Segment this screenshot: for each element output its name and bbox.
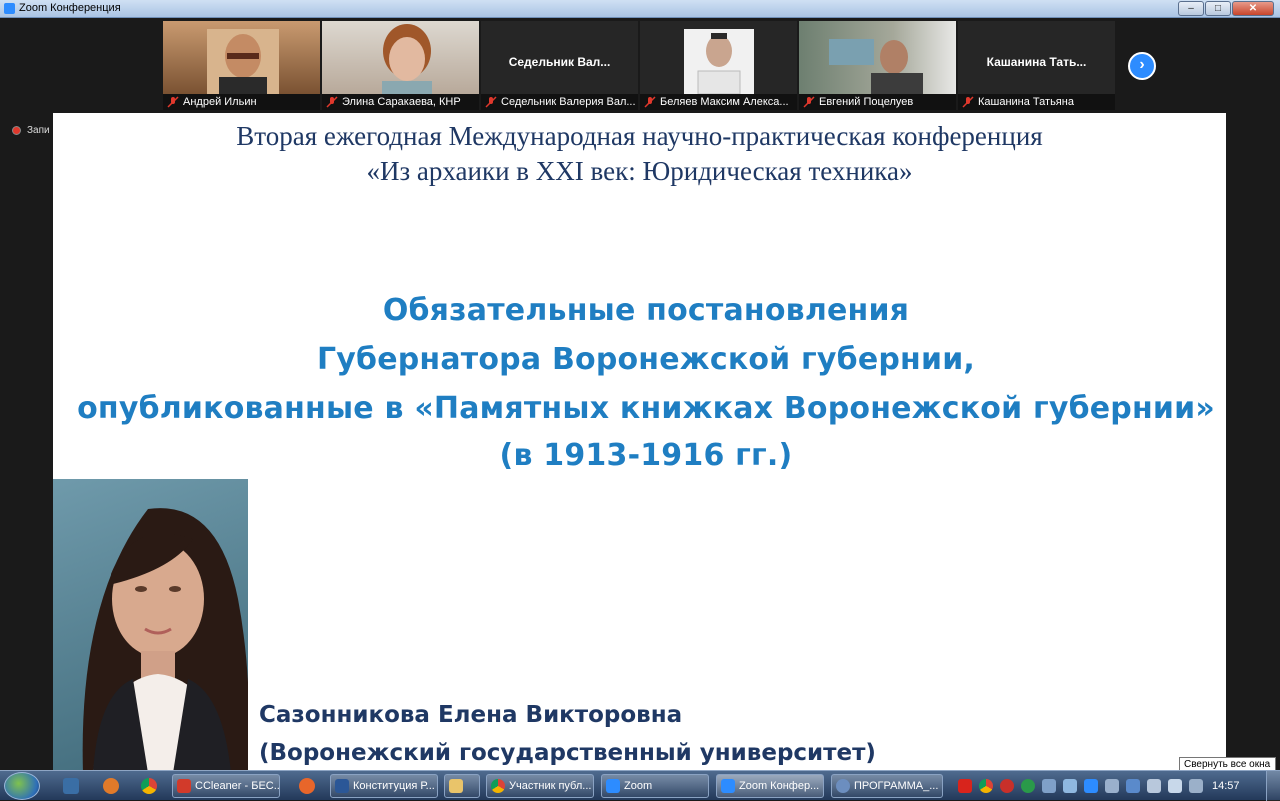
save-icon[interactable] bbox=[63, 778, 79, 794]
shield-icon[interactable] bbox=[1021, 779, 1035, 793]
ccleaner-icon bbox=[177, 779, 191, 793]
participant-name: Седельник Валерия Вал... bbox=[501, 96, 636, 108]
speaker-affiliation: (Воронежский государственный университет… bbox=[259, 740, 876, 766]
display-icon[interactable] bbox=[1168, 779, 1182, 793]
muted-mic-icon bbox=[167, 95, 181, 109]
participant-avatar bbox=[382, 24, 432, 94]
taskbar-task[interactable]: CCleaner - БЕС... bbox=[172, 774, 280, 798]
participant-name: Элина Саракаева, КНР bbox=[342, 96, 461, 108]
participant-name: Беляев Максим Алекса... bbox=[660, 96, 789, 108]
participant-name: Андрей Ильин bbox=[183, 96, 257, 108]
participant-video bbox=[640, 21, 797, 95]
talk-title-line1: Обязательные постановления bbox=[382, 293, 910, 328]
flag-icon[interactable] bbox=[1042, 779, 1056, 793]
show-desktop-button[interactable] bbox=[1266, 771, 1280, 801]
participant-tile[interactable]: Седельник Вал... Седельник Валерия Вал..… bbox=[481, 21, 638, 110]
conference-title-line2: «Из архаики в XXI век: Юридическая техни… bbox=[366, 156, 913, 186]
muted-mic-icon bbox=[962, 95, 976, 109]
next-page-chevron-icon[interactable]: › bbox=[1128, 52, 1156, 80]
participant-video bbox=[799, 21, 956, 94]
chrome-icon[interactable] bbox=[141, 778, 157, 794]
talk-title-line2: Губернатора Воронежской губернии, bbox=[316, 342, 976, 377]
zoom-tray-icon[interactable] bbox=[1084, 779, 1098, 793]
maximize-button[interactable]: □ bbox=[1205, 1, 1231, 16]
word-icon bbox=[335, 779, 349, 793]
speaker-name: Сазонникова Елена Викторовна bbox=[259, 702, 683, 728]
close-button[interactable]: ✕ bbox=[1232, 1, 1274, 16]
muted-mic-icon bbox=[485, 95, 499, 109]
recording-indicator[interactable]: Запи bbox=[12, 125, 50, 136]
chrome-icon bbox=[491, 779, 505, 793]
participant-tile[interactable]: Евгений Поцелуев bbox=[799, 21, 956, 110]
zoom-app-icon bbox=[4, 3, 15, 14]
participant-avatar bbox=[207, 29, 279, 94]
participant-avatar bbox=[829, 39, 923, 94]
taskbar-task[interactable]: Участник публ... bbox=[486, 774, 594, 798]
taskbar-task[interactable]: Конституция Р... bbox=[330, 774, 438, 798]
muted-mic-icon bbox=[803, 95, 817, 109]
taskbar-task[interactable]: Zoom bbox=[601, 774, 709, 798]
browser-icon bbox=[836, 779, 850, 793]
participant-avatar bbox=[684, 29, 754, 95]
participant-tile[interactable]: Беляев Максим Алекса... bbox=[640, 21, 797, 110]
muted-mic-icon bbox=[326, 95, 340, 109]
volume-icon[interactable] bbox=[1105, 779, 1119, 793]
participant-video bbox=[163, 21, 320, 94]
zoom-icon bbox=[721, 779, 735, 793]
shared-slide: Вторая ежегодная Международная научно-пр… bbox=[53, 113, 1226, 773]
window-title: Zoom Конференция bbox=[19, 2, 121, 14]
pdf-icon[interactable] bbox=[958, 779, 972, 793]
speaker-photo bbox=[53, 479, 248, 773]
network-icon[interactable] bbox=[1063, 779, 1077, 793]
taskbar-task[interactable]: Zoom Конфер... bbox=[716, 774, 824, 798]
zoom-icon bbox=[606, 779, 620, 793]
participant-display-name: Кашанина Тать... bbox=[986, 55, 1087, 69]
antivirus-icon[interactable] bbox=[1000, 779, 1014, 793]
window-title-bar: Zoom Конференция – □ ✕ bbox=[0, 0, 1280, 18]
participant-name: Кашанина Татьяна bbox=[978, 96, 1074, 108]
participant-strip: Андрей Ильин Элина Саракаева, КНР Седель… bbox=[163, 21, 1115, 110]
settings-icon[interactable] bbox=[103, 778, 119, 794]
chrome-tray-icon[interactable] bbox=[979, 779, 993, 793]
participant-video bbox=[322, 21, 479, 94]
participant-tile[interactable]: Андрей Ильин bbox=[163, 21, 320, 110]
taskbar-clock[interactable]: 14:57 bbox=[1212, 780, 1240, 792]
record-icon bbox=[12, 126, 21, 135]
muted-mic-icon bbox=[644, 95, 658, 109]
usb-icon[interactable] bbox=[1147, 779, 1161, 793]
start-button[interactable] bbox=[4, 772, 40, 800]
windows-taskbar: CCleaner - БЕС... Конституция Р... Участ… bbox=[0, 770, 1280, 801]
taskbar-task[interactable] bbox=[444, 774, 480, 798]
talk-title-line4: (в 1913-1916 гг.) bbox=[499, 438, 793, 473]
minimize-button[interactable]: – bbox=[1178, 1, 1204, 16]
firefox-icon[interactable] bbox=[299, 778, 315, 794]
taskbar-task[interactable]: ПРОГРАММА_... bbox=[831, 774, 943, 798]
recording-label: Запи bbox=[27, 125, 50, 136]
participant-display-name: Седельник Вал... bbox=[508, 55, 611, 69]
zoom-meeting-area: Андрей Ильин Элина Саракаева, КНР Седель… bbox=[0, 18, 1280, 773]
talk-title-line3: опубликованные в «Памятных книжках Ворон… bbox=[77, 391, 1215, 426]
folder-icon bbox=[449, 779, 463, 793]
participant-tile[interactable]: Элина Саракаева, КНР bbox=[322, 21, 479, 110]
keyboard-icon[interactable] bbox=[1189, 779, 1203, 793]
conference-title-line1: Вторая ежегодная Международная научно-пр… bbox=[236, 121, 1043, 151]
participant-name: Евгений Поцелуев bbox=[819, 96, 914, 108]
update-icon[interactable] bbox=[1126, 779, 1140, 793]
participant-tile[interactable]: Кашанина Тать... Кашанина Татьяна bbox=[958, 21, 1115, 110]
